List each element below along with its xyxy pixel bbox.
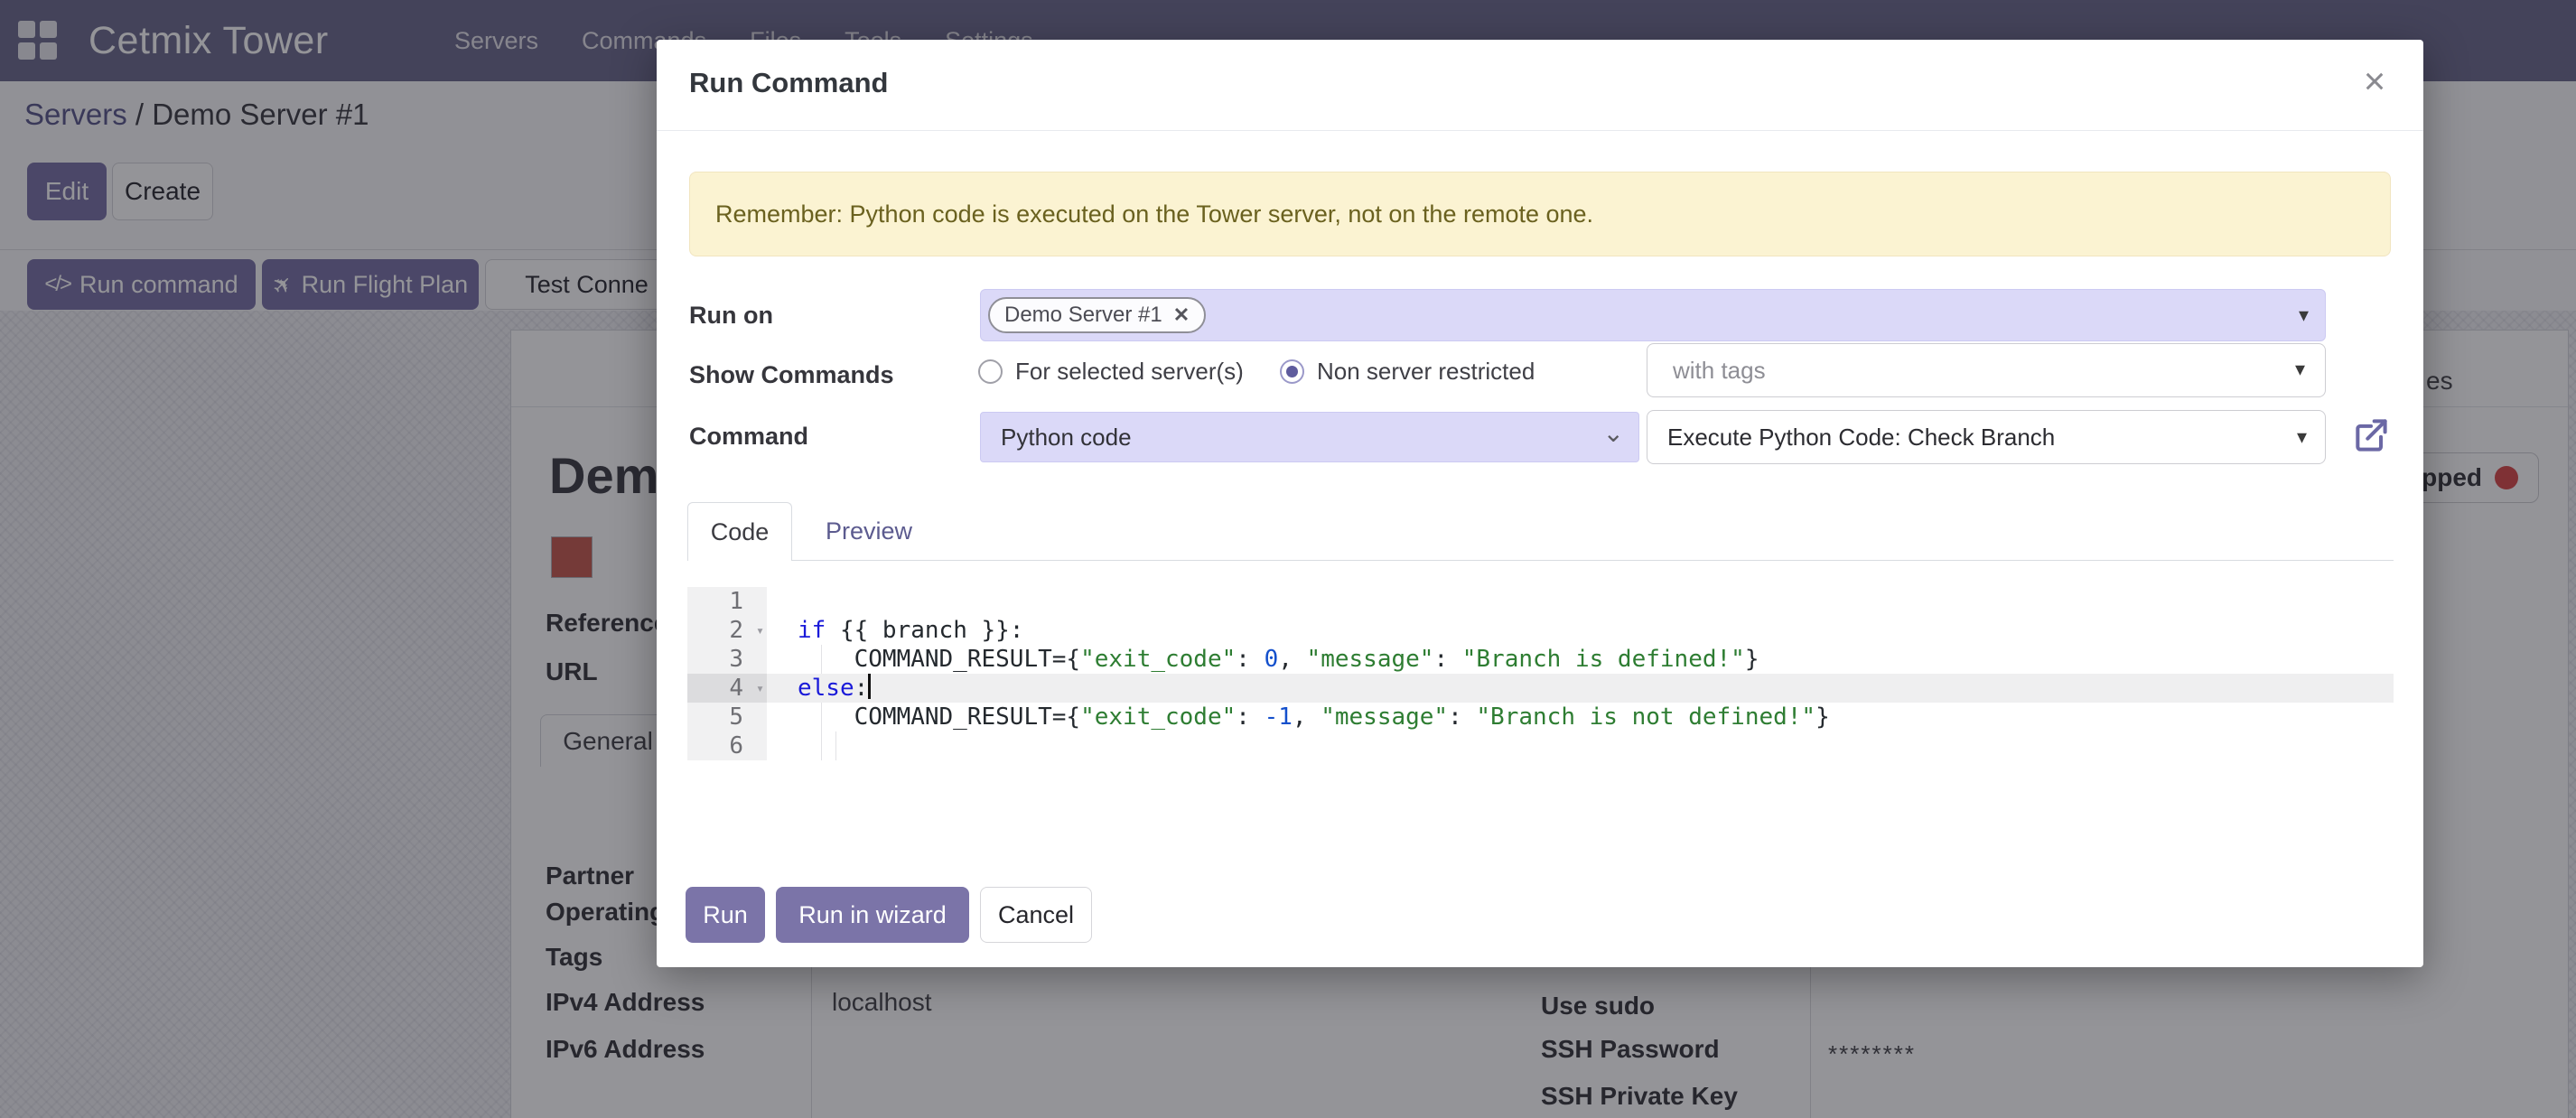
modal-title: Run Command: [689, 67, 888, 99]
close-icon: ×: [2364, 60, 2386, 102]
python-warning-alert: Remember: Python code is executed on the…: [689, 172, 2391, 256]
line-number: 6: [687, 731, 767, 760]
server-tag: Demo Server #1 ✕: [988, 297, 1206, 333]
modal-close-button[interactable]: ×: [2353, 60, 2396, 103]
code-line-3: 3 COMMAND_RESULT={"exit_code": 0, "messa…: [687, 645, 2394, 674]
fold-icon[interactable]: ▾: [756, 616, 764, 645]
tab-code[interactable]: Code: [687, 502, 792, 561]
line-number: 5: [687, 703, 767, 731]
run-on-label: Run on: [689, 302, 773, 330]
chevron-down-icon: ⌄: [1603, 418, 1624, 448]
line-number: 2▾: [687, 616, 767, 645]
command-value: Execute Python Code: Check Branch: [1667, 424, 2055, 452]
run-command-modal: Run Command × Remember: Python code is e…: [657, 40, 2423, 967]
line-number: 1: [687, 587, 767, 616]
run-button[interactable]: Run: [686, 887, 765, 943]
code-editor[interactable]: 1 2▾ if {{ branch }}: 3 COMMAND_RESULT={…: [687, 587, 2394, 768]
caret-down-icon: ▾: [2299, 303, 2309, 327]
code-line-4-active: 4▾ else:: [687, 674, 2394, 703]
command-select[interactable]: Execute Python Code: Check Branch ▾: [1647, 410, 2326, 464]
caret-down-icon: ▾: [2297, 425, 2307, 449]
code-line-6: 6: [687, 731, 2394, 760]
run-on-select[interactable]: Demo Server #1 ✕ ▾: [980, 289, 2326, 341]
open-command-external-link-icon[interactable]: [2351, 415, 2391, 455]
server-tag-label: Demo Server #1: [1004, 303, 1162, 328]
fold-icon[interactable]: ▾: [756, 674, 764, 703]
command-type-select[interactable]: Python code ⌄: [980, 412, 1639, 462]
cancel-button[interactable]: Cancel: [980, 887, 1092, 943]
run-in-wizard-button[interactable]: Run in wizard: [776, 887, 969, 943]
line-number: 4▾: [687, 674, 767, 703]
app-window: Cetmix Tower Servers Commands Files Tool…: [0, 0, 2576, 1118]
alert-text: Remember: Python code is executed on the…: [715, 200, 1593, 228]
with-tags-select[interactable]: with tags ▾: [1647, 343, 2326, 397]
code-line-2: 2▾ if {{ branch }}:: [687, 616, 2394, 645]
radio-non-server-restricted[interactable]: Non server restricted: [1280, 358, 1535, 386]
tab-preview[interactable]: Preview: [792, 502, 946, 561]
radio-selected-icon: [1280, 359, 1304, 384]
radio-circle-icon: [978, 359, 1003, 384]
command-label: Command: [689, 423, 808, 451]
code-line-5: 5 COMMAND_RESULT={"exit_code": -1, "mess…: [687, 703, 2394, 731]
text-cursor: [868, 674, 871, 699]
show-commands-label: Show Commands: [689, 361, 894, 389]
code-line-1: 1: [687, 587, 2394, 616]
remove-tag-icon[interactable]: ✕: [1173, 303, 1190, 327]
caret-down-icon: ▾: [2295, 358, 2305, 381]
modal-header-divider: [657, 130, 2423, 131]
command-type-value: Python code: [1001, 424, 1132, 452]
line-number: 3: [687, 645, 767, 674]
radio-for-selected-servers[interactable]: For selected server(s): [978, 358, 1244, 386]
with-tags-placeholder: with tags: [1673, 357, 1766, 385]
